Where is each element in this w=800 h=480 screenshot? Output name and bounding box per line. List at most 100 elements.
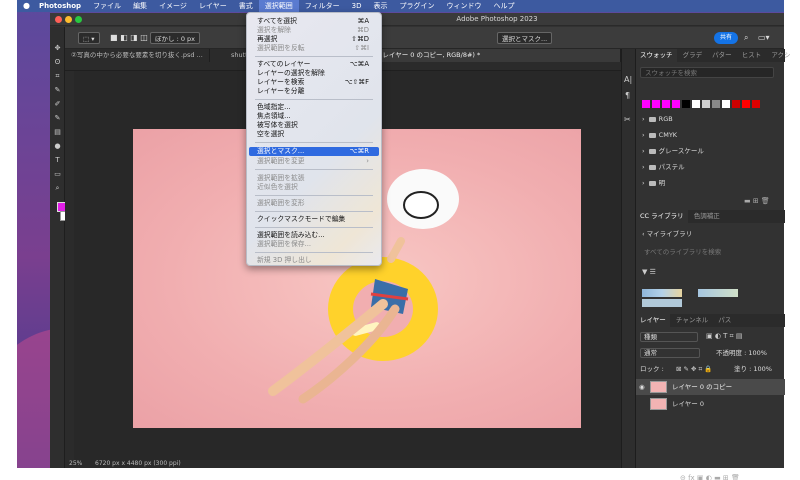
layer-filter-dropdown[interactable]: 種類: [640, 332, 698, 342]
eyedropper-tool-icon[interactable]: ✎: [52, 85, 63, 95]
shape-tool-icon[interactable]: ▭: [52, 169, 63, 179]
swatch-folder-cmyk[interactable]: › CMYK: [642, 130, 677, 140]
menu-item-select-sky[interactable]: 空を選択: [247, 130, 381, 139]
menu-3d[interactable]: 3D: [346, 0, 368, 12]
swatch-panel-actions[interactable]: ▬ ⊞ 🗑: [744, 197, 770, 205]
history-brush-icon[interactable]: ✎: [52, 113, 63, 123]
paragraph-panel-icon[interactable]: ¶: [625, 91, 630, 100]
menu-item-modify[interactable]: 選択範囲を変更 ›: [247, 157, 381, 166]
tab-gradients[interactable]: グラデ: [679, 49, 707, 62]
tab-psd-document[interactable]: ②写真の中から必要な要素を切り抜く.psd ...: [65, 49, 210, 62]
swatch-6[interactable]: [702, 100, 710, 108]
menu-file[interactable]: ファイル: [87, 0, 127, 12]
swatch-folder-light[interactable]: › 明: [642, 178, 665, 188]
swatch-0[interactable]: [642, 100, 650, 108]
type-tool-icon[interactable]: T: [52, 155, 63, 165]
menu-item-save-selection[interactable]: 選択範囲を保存...: [247, 240, 381, 249]
swatch-9[interactable]: [732, 100, 740, 108]
library-filter-icon[interactable]: ▼ ☰: [642, 268, 656, 276]
swatch-folder-grayscale[interactable]: › グレースケール: [642, 146, 704, 156]
menu-edit[interactable]: 編集: [127, 0, 153, 12]
menu-layer[interactable]: レイヤー: [193, 0, 233, 12]
share-button[interactable]: 共有: [714, 32, 738, 44]
lasso-tool-icon[interactable]: ʘ: [52, 57, 63, 67]
swatch-folder-pastel[interactable]: › パステル: [642, 162, 685, 172]
menu-item-quick-mask[interactable]: クイックマスクモードで編集: [247, 215, 381, 224]
feather-field[interactable]: ぼかし : 0 px: [150, 32, 200, 44]
tab-histogram[interactable]: ヒスト: [738, 49, 766, 62]
tab-paths[interactable]: パス: [714, 314, 735, 327]
tools-panel-icon[interactable]: ✂: [624, 115, 631, 124]
layer-name[interactable]: レイヤー 0: [672, 396, 704, 412]
tab-layers[interactable]: レイヤー: [636, 314, 670, 327]
library-search-input[interactable]: すべてのライブラリを検索: [640, 247, 774, 258]
tab-swatches[interactable]: スウォッチ: [636, 49, 677, 62]
library-color-theme-2[interactable]: [642, 299, 682, 307]
apple-icon[interactable]: ●: [17, 0, 33, 12]
menu-item-transform-selection[interactable]: 選択範囲を変形: [247, 199, 381, 208]
swatch-folder-rgb[interactable]: › RGB: [642, 114, 673, 124]
library-selector[interactable]: ‹ マイライブラリ: [642, 229, 692, 239]
menu-item-color-range[interactable]: 色域指定...: [247, 103, 381, 112]
swatch-2[interactable]: [662, 100, 670, 108]
menu-item-select-and-mask[interactable]: 選択とマスク... ⌥⌘R: [249, 147, 379, 156]
menu-image[interactable]: イメージ: [153, 0, 193, 12]
tab-channels[interactable]: チャンネル: [672, 314, 712, 327]
layer-row[interactable]: レイヤー 0: [636, 396, 785, 412]
menu-item-grow[interactable]: 選択範囲を拡張: [247, 174, 381, 183]
menu-window[interactable]: ウィンドウ: [440, 0, 487, 12]
zoom-level[interactable]: 25%: [69, 460, 82, 468]
swatch-1[interactable]: [652, 100, 660, 108]
swatch-3[interactable]: [672, 100, 680, 108]
tab-patterns[interactable]: パター: [708, 49, 736, 62]
swatches-search-input[interactable]: スウォッチを検索: [640, 67, 774, 78]
layer-row-selected[interactable]: ◉ レイヤー 0 のコピー: [636, 379, 785, 395]
lock-icons[interactable]: ⊠ ✎ ✥ ⌗ 🔒: [676, 364, 712, 374]
blend-mode-dropdown[interactable]: 通常: [640, 348, 700, 358]
menu-item-focus-area[interactable]: 焦点領域...: [247, 112, 381, 121]
menu-item-new-3d-extrusion[interactable]: 新規 3D 押し出し: [247, 256, 381, 265]
layer-panel-actions[interactable]: ⊝ fx ▣ ◐ ▬ ⊞ 🗑: [680, 474, 740, 480]
tab-actions[interactable]: アクシ: [767, 49, 794, 62]
select-and-mask-button[interactable]: 選択とマスク...: [497, 32, 553, 44]
menu-item-load-selection[interactable]: 選択範囲を読み込む...: [247, 231, 381, 240]
fill-field[interactable]: 塗り : 100%: [734, 364, 772, 374]
move-tool-icon[interactable]: ✥: [52, 43, 63, 53]
brush-tool-icon[interactable]: ✐: [52, 99, 63, 109]
menu-item-all-layers[interactable]: すべてのレイヤー ⌥⌘A: [247, 60, 381, 69]
menu-plugins[interactable]: プラグイン: [393, 0, 440, 12]
menu-item-deselect[interactable]: 選択を解除 ⌘D: [247, 26, 381, 35]
library-color-theme[interactable]: [642, 289, 682, 297]
eye-icon[interactable]: ◉: [639, 379, 645, 395]
swatch-10[interactable]: [742, 100, 750, 108]
workspace-icon[interactable]: ▭▾: [758, 32, 770, 44]
swatch-8[interactable]: [722, 100, 730, 108]
menu-item-select-subject[interactable]: 被写体を選択: [247, 121, 381, 130]
swatch-7[interactable]: [712, 100, 720, 108]
character-panel-icon[interactable]: A|: [624, 75, 632, 84]
tab-cc-libraries[interactable]: CC ライブラリ: [636, 210, 688, 223]
swatch-5[interactable]: [692, 100, 700, 108]
swatch-4[interactable]: [682, 100, 690, 108]
menu-view[interactable]: 表示: [367, 0, 393, 12]
swatch-11[interactable]: [752, 100, 760, 108]
layer-name[interactable]: レイヤー 0 のコピー: [672, 379, 732, 395]
crop-tool-icon[interactable]: ⌗: [52, 71, 63, 81]
menu-item-select-all[interactable]: すべてを選択 ⌘A: [247, 17, 381, 26]
search-icon[interactable]: ⌕: [744, 32, 748, 44]
marquee-preset-dropdown[interactable]: ⬚ ▾: [78, 32, 100, 44]
opacity-field[interactable]: 不透明度 : 100%: [716, 348, 767, 358]
menu-item-reselect[interactable]: 再選択 ⇧⌘D: [247, 35, 381, 44]
menu-item-similar[interactable]: 近似色を選択: [247, 183, 381, 192]
dodge-tool-icon[interactable]: ●: [52, 141, 63, 151]
menu-select[interactable]: 選択範囲: [258, 0, 299, 12]
menu-photoshop[interactable]: Photoshop: [33, 0, 87, 12]
menu-item-isolate-layers[interactable]: レイヤーを分離: [247, 87, 381, 96]
library-color-theme-3[interactable]: [698, 289, 738, 297]
tab-adjustments[interactable]: 色調補正: [690, 210, 724, 223]
layer-filter-icons[interactable]: ▣ ◐ T ⌗ ▤: [706, 332, 742, 341]
menu-filter[interactable]: フィルター: [299, 0, 346, 12]
menu-item-find-layers[interactable]: レイヤーを検索 ⌥⇧⌘F: [247, 78, 381, 87]
selection-mode-icons[interactable]: ■ ◧ ◨ ◫: [110, 32, 148, 44]
menu-item-deselect-layers[interactable]: レイヤーの選択を解除: [247, 69, 381, 78]
